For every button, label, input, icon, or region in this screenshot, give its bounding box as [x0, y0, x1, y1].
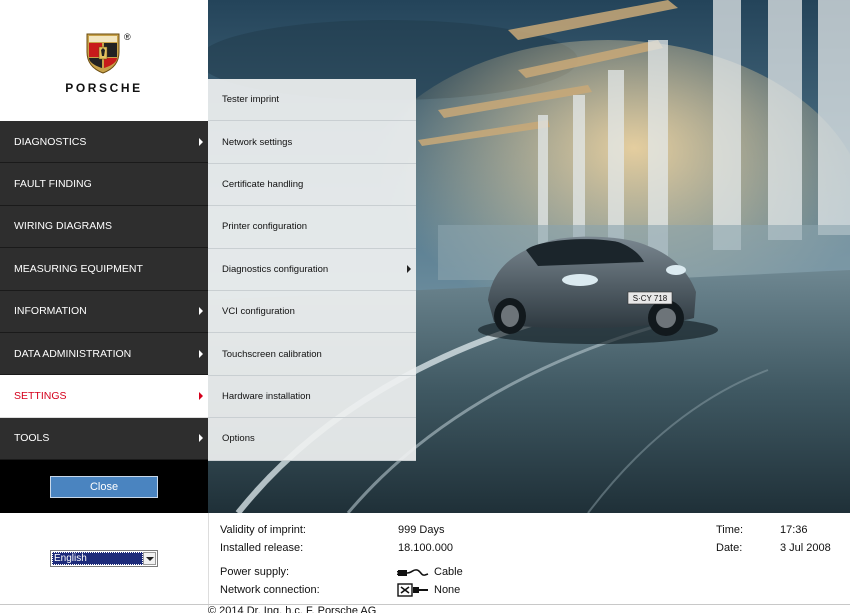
- submenu-item-hardware-installation[interactable]: Hardware installation: [208, 375, 416, 419]
- menu-item-measuring-equipment[interactable]: MEASURING EQUIPMENT: [0, 248, 208, 291]
- release-value: 18.100.000: [398, 542, 454, 554]
- status-divider: [208, 513, 209, 613]
- release-label: Installed release:: [220, 542, 304, 554]
- copyright-text: © 2014 Dr. Ing. h.c. F. Porsche AG: [208, 605, 377, 613]
- submenu-item-certificate-handling[interactable]: Certificate handling: [208, 163, 416, 207]
- power-supply-label: Power supply:: [220, 566, 290, 578]
- status-panel: English Validity of imprint: 999 Days In…: [0, 513, 850, 613]
- registered-mark: ®: [124, 32, 131, 42]
- submenu-item-touchscreen-calibration[interactable]: Touchscreen calibration: [208, 333, 416, 376]
- chevron-right-icon: [199, 307, 203, 316]
- submenu-item-label: Tester imprint: [222, 94, 280, 106]
- menu-item-label: WIRING DIAGRAMS: [14, 220, 113, 233]
- close-area: Close: [0, 460, 208, 513]
- menu-item-label: INFORMATION: [14, 305, 87, 318]
- submenu-item-label: Diagnostics configuration: [222, 263, 329, 275]
- network-connection-value: None: [434, 584, 461, 596]
- submenu-item-network-settings[interactable]: Network settings: [208, 121, 416, 164]
- menu-item-label: DIAGNOSTICS: [14, 135, 87, 148]
- menu-item-label: TOOLS: [14, 432, 50, 445]
- menu-item-tools[interactable]: TOOLS: [0, 417, 208, 461]
- submenu-item-label: VCI configuration: [222, 306, 295, 318]
- menu-item-information[interactable]: INFORMATION: [0, 290, 208, 333]
- submenu-item-options[interactable]: Options: [208, 418, 416, 461]
- license-plate: S·CY 718: [633, 294, 668, 303]
- submenu-item-vci-configuration[interactable]: VCI configuration: [208, 290, 416, 334]
- time-value: 17:36: [780, 524, 808, 536]
- language-select[interactable]: English: [50, 550, 158, 567]
- chevron-right-icon: [199, 392, 203, 401]
- submenu-item-label: Certificate handling: [222, 178, 304, 190]
- menu-item-data-administration[interactable]: DATA ADMINISTRATION: [0, 332, 208, 376]
- network-connection-label: Network connection:: [220, 584, 320, 596]
- settings-submenu: Tester imprint Network settings Certific…: [208, 79, 416, 461]
- footer-separator: [0, 604, 850, 605]
- time-label: Time:: [716, 524, 744, 536]
- menu-item-label: DATA ADMINISTRATION: [14, 347, 132, 360]
- submenu-item-diagnostics-configuration[interactable]: Diagnostics configuration: [208, 248, 416, 291]
- chevron-right-icon: [199, 349, 203, 358]
- brand-wordmark: PORSCHE: [65, 81, 143, 95]
- power-supply-value: Cable: [434, 566, 463, 578]
- validity-value: 999 Days: [398, 524, 445, 536]
- submenu-item-printer-configuration[interactable]: Printer configuration: [208, 206, 416, 249]
- porsche-crest-logo: [86, 33, 120, 74]
- menu-item-wiring-diagrams[interactable]: WIRING DIAGRAMS: [0, 205, 208, 249]
- menu-item-label: SETTINGS: [14, 390, 67, 403]
- cable-plug-icon: [397, 569, 429, 576]
- chevron-right-icon: [199, 434, 203, 443]
- submenu-item-label: Network settings: [222, 136, 293, 148]
- submenu-item-label: Printer configuration: [222, 221, 308, 233]
- submenu-item-label: Options: [222, 433, 255, 445]
- language-selected-value: English: [52, 552, 143, 565]
- network-disconnected-icon: [397, 583, 428, 597]
- submenu-item-label: Touchscreen calibration: [222, 348, 322, 360]
- main-menu: DIAGNOSTICS FAULT FINDING WIRING DIAGRAM…: [0, 121, 208, 461]
- menu-item-settings[interactable]: SETTINGS: [0, 375, 208, 418]
- logo-area: ® PORSCHE: [0, 0, 208, 121]
- app-window: S·CY 718 ® PORSCHE DIAGNOSTICS FAULT FIN…: [0, 0, 850, 613]
- menu-item-diagnostics[interactable]: DIAGNOSTICS: [0, 121, 208, 164]
- chevron-down-icon[interactable]: [143, 552, 156, 565]
- menu-item-label: FAULT FINDING: [14, 178, 92, 191]
- chevron-right-icon: [407, 265, 411, 274]
- submenu-item-label: Hardware installation: [222, 390, 311, 402]
- chevron-right-icon: [199, 137, 203, 146]
- validity-label: Validity of imprint:: [220, 524, 306, 536]
- menu-item-label: MEASURING EQUIPMENT: [14, 262, 143, 275]
- close-button[interactable]: Close: [50, 476, 158, 498]
- menu-item-fault-finding[interactable]: FAULT FINDING: [0, 163, 208, 206]
- date-value: 3 Jul 2008: [780, 542, 831, 554]
- submenu-item-tester-imprint[interactable]: Tester imprint: [208, 79, 416, 122]
- date-label: Date:: [716, 542, 743, 554]
